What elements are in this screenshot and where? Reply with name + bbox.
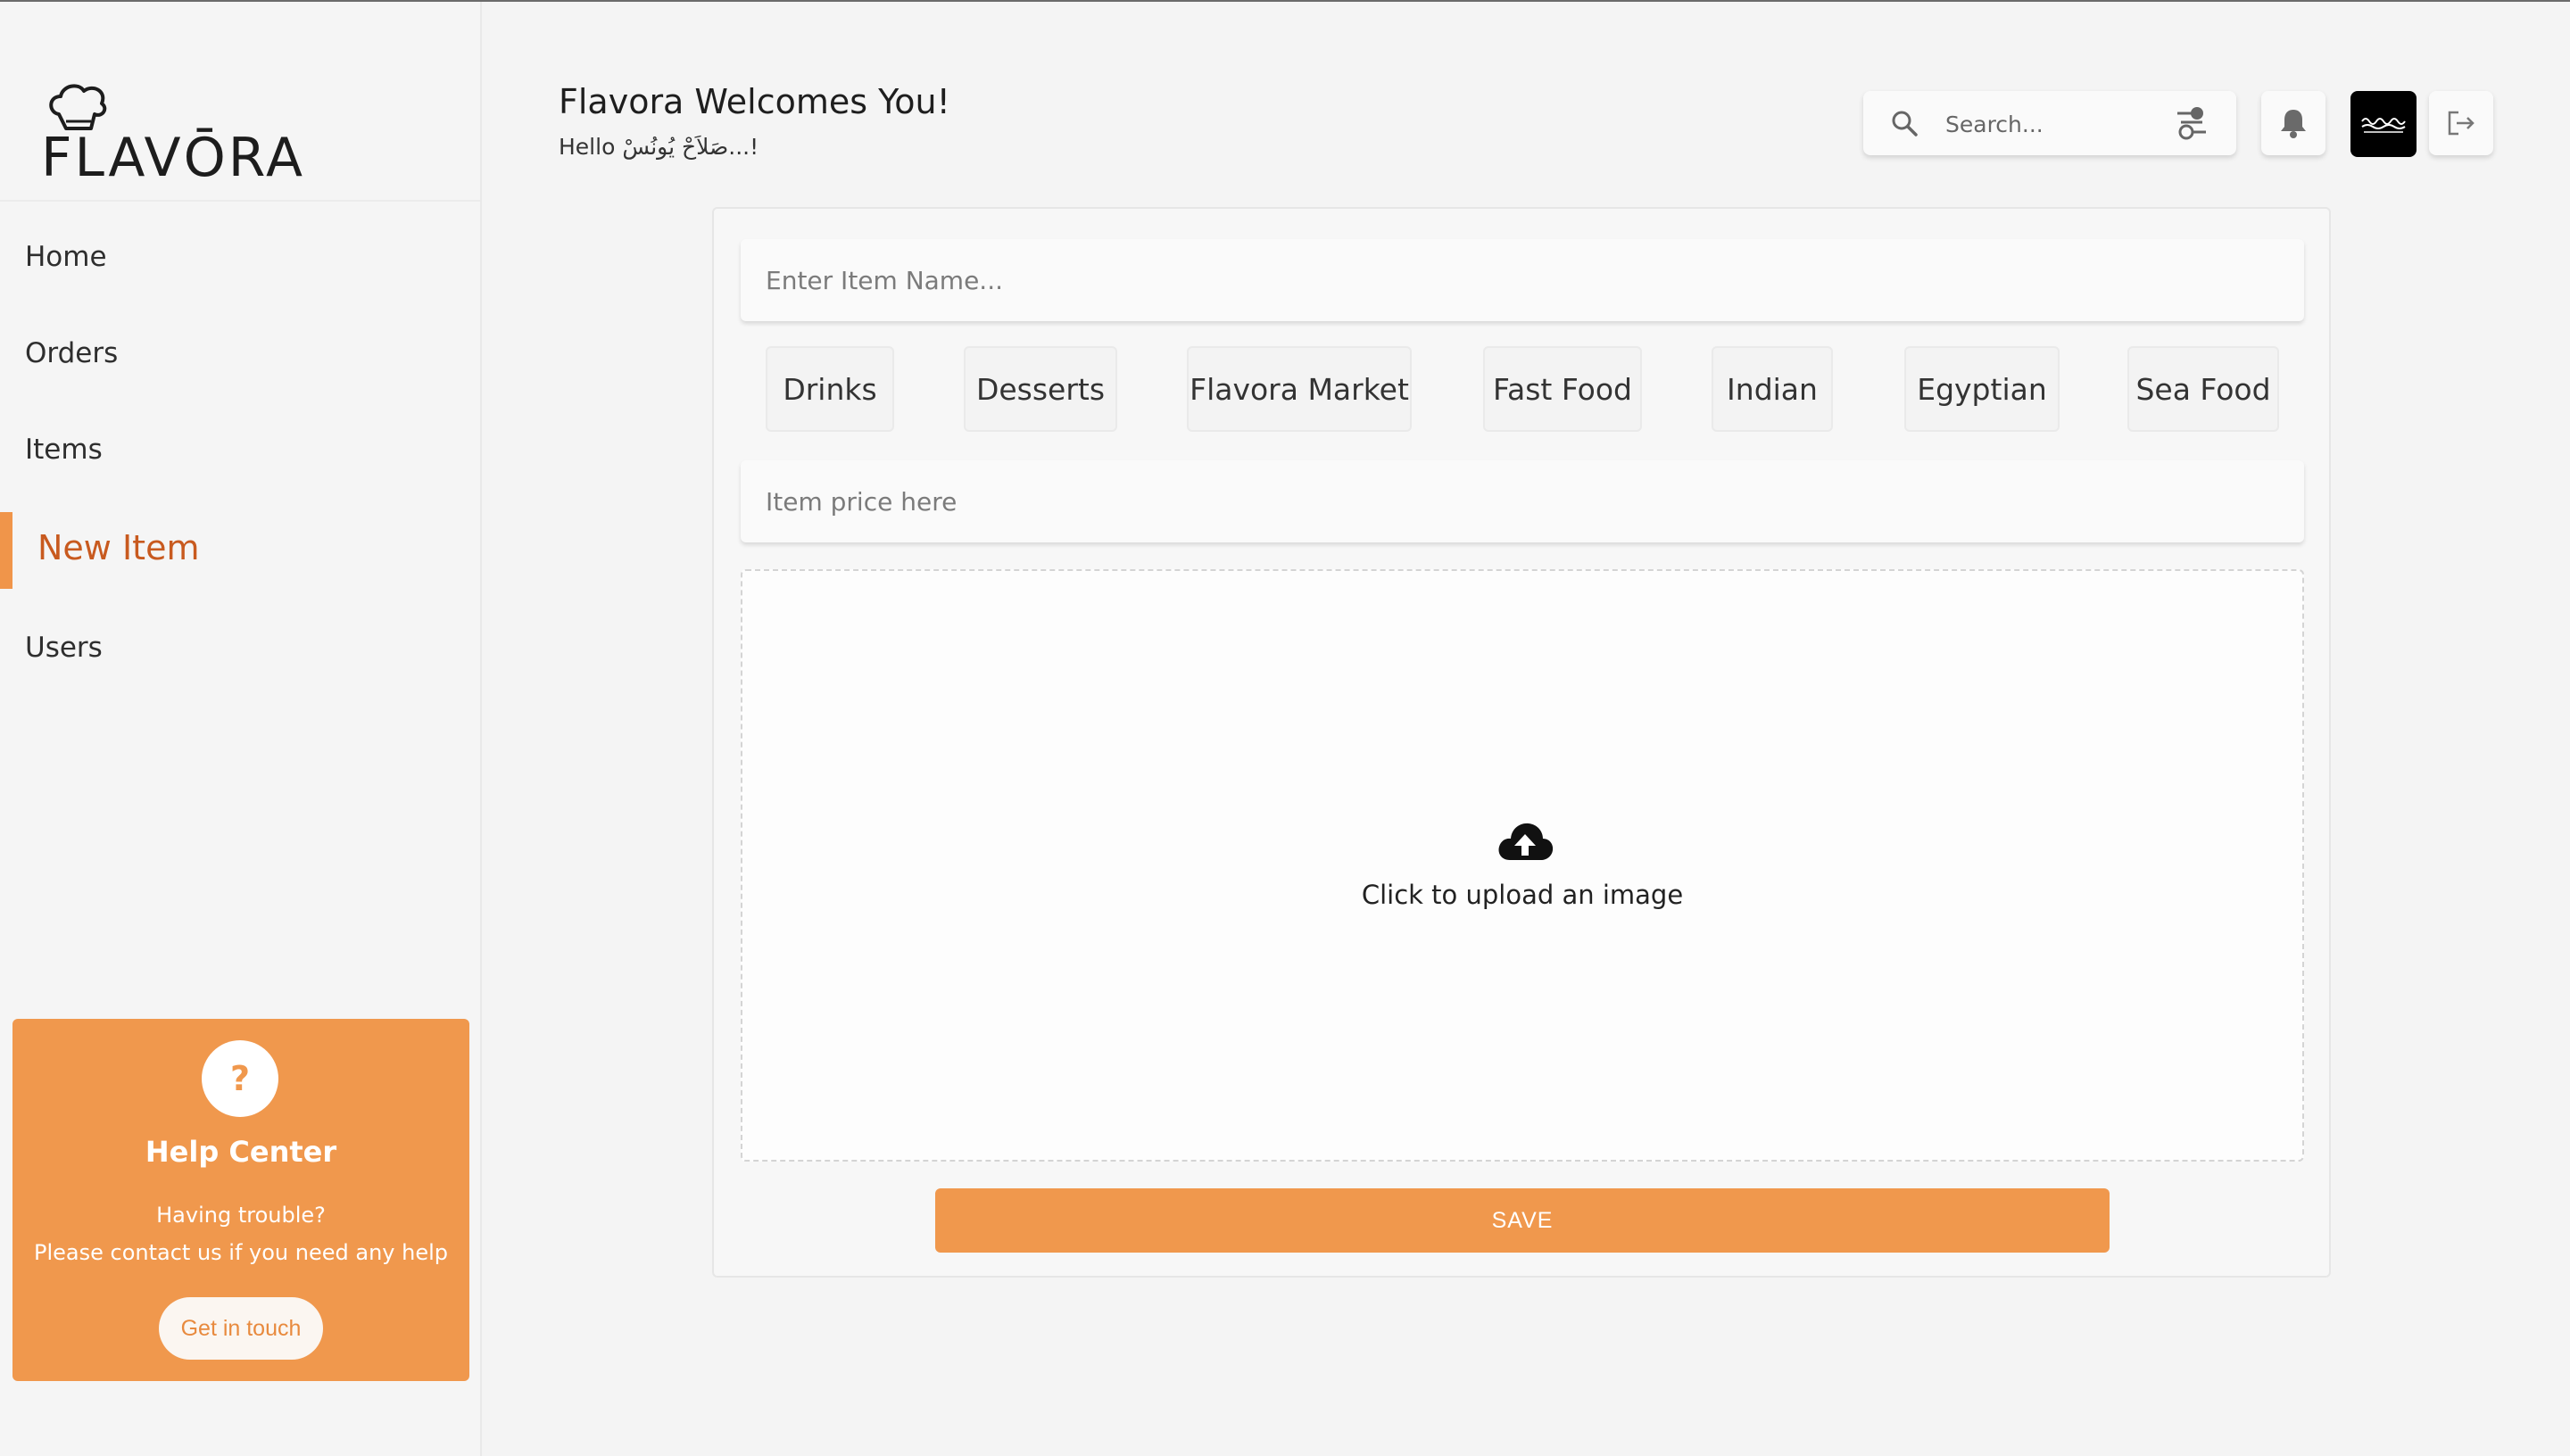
avatar[interactable] [2350, 91, 2417, 157]
category-sea-food[interactable]: Sea Food [2127, 346, 2279, 432]
cloud-upload-icon [1498, 823, 1554, 860]
category-label: Sea Food [2135, 371, 2271, 407]
sidebar-item-home[interactable]: Home [0, 221, 480, 293]
category-label: Drinks [783, 371, 877, 407]
category-label: Flavora Market [1190, 371, 1409, 407]
logout-button[interactable] [2429, 91, 2493, 155]
item-name-input[interactable] [741, 239, 2304, 321]
logout-icon [2448, 111, 2475, 136]
help-text: Please contact us if you need any help [33, 1240, 448, 1265]
bell-icon [2281, 110, 2306, 138]
sidebar-item-label: Users [25, 632, 103, 664]
search-input[interactable] [1944, 103, 2152, 145]
sidebar-item-label: Items [25, 434, 103, 466]
category-egyptian[interactable]: Egyptian [1904, 346, 2060, 432]
search-icon [1892, 111, 1918, 136]
upload-instruction: Click to upload an image [1361, 880, 1684, 910]
greeting-text: Hello صَلاَحْ يُونُسْ...! [559, 134, 759, 160]
category-label: Fast Food [1493, 371, 1632, 407]
sidebar-item-label: Orders [25, 337, 119, 369]
new-item-form: Drinks Desserts Flavora Market Fast Food… [712, 207, 2331, 1278]
category-label: Egyptian [1917, 371, 2047, 407]
sidebar-item-items[interactable]: Items [0, 414, 480, 485]
page-title: Flavora Welcomes You! [559, 82, 950, 121]
help-center-title: Help Center [145, 1135, 337, 1169]
search-bar [1863, 91, 2236, 155]
category-label: Desserts [975, 371, 1106, 407]
chef-hat-icon [49, 84, 107, 130]
sidebar: FLAVŌRA Home Orders Items New Item Users… [0, 2, 482, 1456]
save-button[interactable]: SAVE [935, 1188, 2110, 1253]
sidebar-item-label: Home [25, 241, 107, 273]
sidebar-item-new-item[interactable]: New Item [0, 512, 480, 589]
logo-text: FLAVŌRA [41, 127, 306, 189]
item-price-input[interactable] [741, 460, 2304, 542]
item-price-field [741, 460, 2304, 542]
avatar-image [2361, 118, 2406, 133]
category-drinks[interactable]: Drinks [766, 346, 894, 432]
category-desserts[interactable]: Desserts [964, 346, 1117, 432]
logo-area: FLAVŌRA [0, 2, 480, 202]
category-fast-food[interactable]: Fast Food [1483, 346, 1642, 432]
get-in-touch-button[interactable]: Get in touch [159, 1297, 323, 1360]
help-text: Having trouble? [156, 1203, 326, 1228]
notifications-button[interactable] [2261, 91, 2325, 155]
help-center-card: ? Help Center Having trouble? Please con… [12, 1019, 469, 1381]
image-upload-area[interactable]: Click to upload an image [741, 569, 2304, 1162]
sidebar-item-orders[interactable]: Orders [0, 318, 480, 389]
category-label: Indian [1727, 371, 1818, 407]
sidebar-item-label: New Item [37, 528, 200, 567]
question-icon: ? [202, 1040, 278, 1117]
flavora-logo[interactable]: FLAVŌRA [41, 79, 303, 189]
filter-toggle-icon[interactable] [2172, 103, 2211, 143]
category-flavora-market[interactable]: Flavora Market [1187, 346, 1412, 432]
item-name-field [741, 239, 2304, 321]
sidebar-item-users[interactable]: Users [0, 612, 480, 683]
category-indian[interactable]: Indian [1712, 346, 1833, 432]
